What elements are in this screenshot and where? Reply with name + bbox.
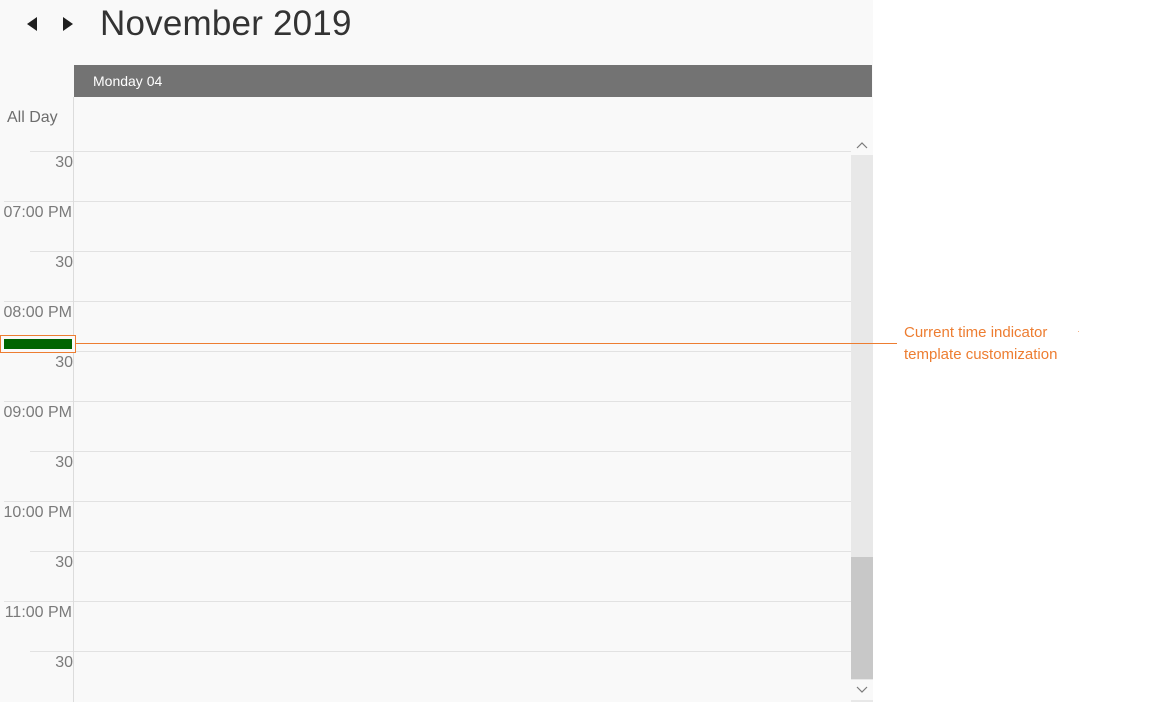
- half-hour-tick: [30, 451, 73, 452]
- month-title[interactable]: November 2019: [100, 4, 352, 44]
- annotation-line-2: template customization: [904, 346, 1058, 363]
- hour-label: 08:00 PM: [3, 304, 72, 321]
- hour-tick: [4, 401, 73, 402]
- half-hour-label: 30: [55, 654, 73, 671]
- time-slot-line: [74, 151, 851, 152]
- triangle-right-icon: [63, 17, 73, 31]
- time-slot-line: [74, 301, 851, 302]
- annotation-line-1: Current time indicator: [904, 324, 1048, 341]
- day-header[interactable]: Monday 04: [74, 65, 872, 97]
- annotation-dot: [1078, 331, 1079, 332]
- time-slot-line: [74, 651, 851, 652]
- half-hour-tick: [30, 251, 73, 252]
- scheduler: November 2019 Monday 04 All Day 30 07:00 …: [0, 0, 873, 702]
- current-time-indicator-marker: [0, 335, 76, 353]
- scroll-thumb[interactable]: [851, 557, 873, 679]
- hour-tick: [4, 301, 73, 302]
- chevron-down-icon: [856, 686, 868, 693]
- hour-label: 10:00 PM: [3, 504, 72, 521]
- current-time-indicator-line: [76, 343, 897, 344]
- all-day-label: All Day: [7, 109, 58, 126]
- next-button[interactable]: [58, 14, 78, 34]
- hour-label: 09:00 PM: [3, 404, 72, 421]
- time-slot-line: [74, 501, 851, 502]
- half-hour-label: 30: [55, 254, 73, 271]
- hour-label: 11:00 PM: [4, 604, 72, 621]
- time-slot-line: [74, 401, 851, 402]
- hour-tick: [4, 501, 73, 502]
- hour-tick: [4, 201, 73, 202]
- triangle-left-icon: [27, 17, 37, 31]
- half-hour-tick: [30, 551, 73, 552]
- time-slot-line: [74, 251, 851, 252]
- time-slot-line: [74, 351, 851, 352]
- current-time-indicator-fill: [4, 339, 72, 349]
- time-slot-grid[interactable]: [74, 135, 851, 702]
- hour-tick: [4, 601, 73, 602]
- scroll-up-button[interactable]: [851, 135, 873, 155]
- day-header-label: Monday 04: [93, 73, 163, 89]
- time-slot-line: [74, 451, 851, 452]
- half-hour-label: 30: [55, 554, 73, 571]
- scroll-down-button[interactable]: [851, 680, 873, 700]
- scheduler-header: November 2019: [0, 0, 873, 60]
- time-slot-line: [74, 201, 851, 202]
- half-hour-label: 30: [55, 354, 73, 371]
- time-slot-line: [74, 551, 851, 552]
- half-hour-label: 30: [55, 154, 73, 171]
- time-slot-line: [74, 601, 851, 602]
- hour-label: 07:00 PM: [3, 204, 72, 221]
- half-hour-tick: [30, 151, 73, 152]
- previous-button[interactable]: [22, 14, 42, 34]
- half-hour-tick: [30, 651, 73, 652]
- time-ruler: 30 07:00 PM 30 08:00 PM 30 09:00 PM 30 10:00 PM…: [0, 135, 74, 702]
- chevron-up-icon: [856, 142, 868, 149]
- annotation-callout: Current time indicator template customiz…: [904, 322, 1057, 366]
- vertical-scrollbar[interactable]: [851, 135, 873, 702]
- half-hour-label: 30: [55, 454, 73, 471]
